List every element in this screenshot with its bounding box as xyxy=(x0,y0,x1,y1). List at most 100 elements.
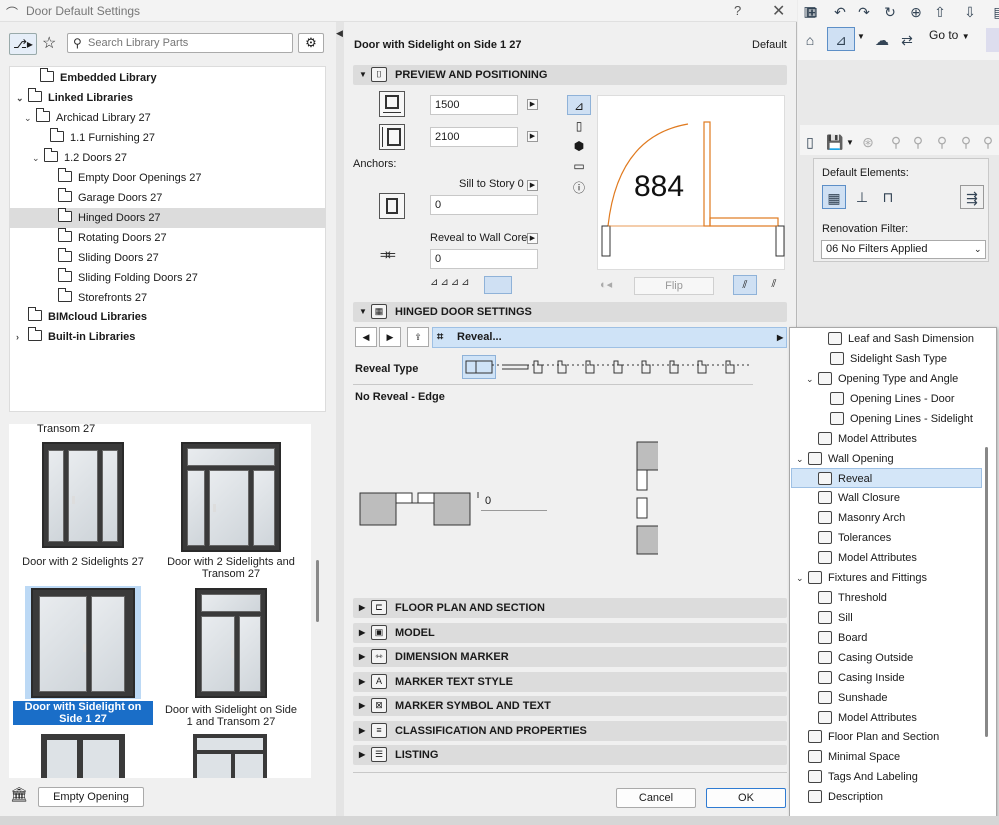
popup-item-model-attributes[interactable]: Model Attributes xyxy=(790,548,986,568)
popup-item-model-attributes[interactable]: Model Attributes xyxy=(790,708,986,728)
tree-item-garage-doors[interactable]: Garage Doors 27 xyxy=(58,188,162,208)
chevron-down-icon[interactable]: ⌄ xyxy=(24,108,36,128)
popup-item-minimal-space[interactable]: Minimal Space xyxy=(790,747,986,767)
popup-item-sidelight-sash-type[interactable]: Sidelight Sash Type xyxy=(790,349,986,369)
section-listing[interactable]: ▶ ☰ LISTING xyxy=(353,745,787,765)
favorites-star-icon[interactable]: ☆ xyxy=(42,33,56,53)
chevron-down-icon[interactable]: ⌄ xyxy=(796,568,808,588)
next-page-button[interactable]: ▶ xyxy=(379,327,401,347)
width-field[interactable]: 1500 xyxy=(430,95,518,115)
reveal-value-field[interactable]: 0 xyxy=(430,249,538,269)
chevron-down-icon[interactable]: ⌄ xyxy=(32,148,44,168)
rotate-preview-icon[interactable]: ◐◂ xyxy=(600,278,612,291)
select-tool-icon[interactable]: ⊞ xyxy=(800,0,824,24)
plan-view-icon[interactable]: ⊿ xyxy=(567,95,591,115)
section-marker-text-style[interactable]: ▶ A MARKER TEXT STYLE xyxy=(353,672,787,692)
page-export-button[interactable]: ⇪ xyxy=(407,327,429,347)
section-classification-and-properties[interactable]: ▶ ≡ CLASSIFICATION AND PROPERTIES xyxy=(353,721,787,741)
gear-settings-button[interactable]: ⚙ xyxy=(298,33,324,53)
door-thumbnail-image[interactable] xyxy=(193,734,267,778)
toolbar-edge-icon[interactable]: ▯ xyxy=(800,130,820,154)
popup-item-leaf-sash-dimension[interactable]: Leaf and Sash Dimension xyxy=(790,329,986,349)
sill-anchor-label[interactable]: Sill to Story 0 xyxy=(459,178,524,190)
popup-item-opening-lines-door[interactable]: Opening Lines - Door xyxy=(790,389,986,409)
popup-item-wall-opening[interactable]: ⌄ Wall Opening xyxy=(790,449,986,469)
flip-button[interactable]: Flip xyxy=(634,277,714,295)
popup-item-sill[interactable]: Sill xyxy=(790,608,986,628)
height-stepper[interactable]: ▶ xyxy=(527,131,538,142)
popup-item-wall-closure[interactable]: Wall Closure xyxy=(790,488,986,508)
section-floor-plan-and-section[interactable]: ▶ ⊏ FLOOR PLAN AND SECTION xyxy=(353,598,787,618)
undo-icon[interactable]: ↶ xyxy=(828,0,852,24)
ok-button[interactable]: OK xyxy=(706,788,786,808)
tree-item-embedded-library[interactable]: Embedded Library xyxy=(40,68,157,88)
popup-scrollbar[interactable] xyxy=(985,447,988,737)
collapse-arrow-icon[interactable]: ◀ xyxy=(336,28,343,39)
save-icon[interactable]: 💾 xyxy=(823,130,847,154)
section-view-icon[interactable]: ▭ xyxy=(567,156,591,176)
popup-item-opening-lines-sidelight[interactable]: Opening Lines - Sidelight xyxy=(790,409,986,429)
thumb-door-sidelight-side1-transom[interactable]: Door with Sidelight on Side 1 and Transo… xyxy=(161,588,301,728)
popup-item-reveal[interactable]: Reveal xyxy=(791,468,982,488)
popup-item-fixtures-fittings[interactable]: ⌄ Fixtures and Fittings xyxy=(790,568,986,588)
popup-item-description[interactable]: Description xyxy=(790,787,986,807)
cancel-button[interactable]: Cancel xyxy=(616,788,696,808)
section-marker-symbol-and-text[interactable]: ▶ ⊠ MARKER SYMBOL AND TEXT xyxy=(353,696,787,716)
search-icon[interactable]: ⚲ xyxy=(906,130,930,154)
more-icon[interactable]: ▤ xyxy=(988,0,999,24)
popup-item-sunshade[interactable]: Sunshade xyxy=(790,688,986,708)
mirror-right-icon[interactable]: ⫽ xyxy=(762,275,786,295)
section-preview-positioning[interactable]: ▼ ⌷ PREVIEW AND POSITIONING xyxy=(353,65,787,85)
tree-item-empty-door-openings[interactable]: Empty Door Openings 27 xyxy=(58,168,202,188)
popup-item-threshold[interactable]: Threshold xyxy=(790,588,986,608)
chevron-down-icon[interactable]: ⌄ xyxy=(16,88,28,108)
library-manager-button[interactable]: ⎇▸ xyxy=(9,33,37,55)
reveal-depth-field[interactable]: 0 xyxy=(481,493,547,511)
search-icon[interactable]: ⚲ xyxy=(930,130,954,154)
chevron-down-icon[interactable]: ⌄ xyxy=(806,369,818,389)
mirror-left-icon[interactable]: ⫽ xyxy=(733,275,757,295)
popup-item-floor-plan-section[interactable]: Floor Plan and Section xyxy=(790,727,986,747)
close-button[interactable]: ✕ xyxy=(772,1,785,21)
popup-item-model-attributes[interactable]: Model Attributes xyxy=(790,429,986,449)
popup-item-tolerances[interactable]: Tolerances xyxy=(790,528,986,548)
layout-view-icon[interactable]: ⊿ xyxy=(827,27,855,51)
tree-item-sliding-doors[interactable]: Sliding Doors 27 xyxy=(58,248,159,268)
section-model[interactable]: ▶ ▣ MODEL xyxy=(353,623,787,643)
stair-default-icon[interactable]: ⊥ xyxy=(850,185,874,209)
renovation-filter-select[interactable]: 06 No Filters Applied ⌄ xyxy=(821,240,986,259)
search-icon[interactable]: ⚲ xyxy=(884,130,908,154)
teamwork-icon[interactable]: ⇄ xyxy=(895,28,919,52)
tree-item-furnishing[interactable]: 1.1 Furnishing 27 xyxy=(50,128,155,148)
chevron-down-icon[interactable]: ⌄ xyxy=(796,449,808,469)
elevation-view-icon[interactable]: ▯ xyxy=(567,116,591,136)
popup-item-casing-outside[interactable]: Casing Outside xyxy=(790,648,986,668)
zoom-icon[interactable]: ⊕ xyxy=(904,0,928,24)
tree-item-linked-libraries[interactable]: ⌄ Linked Libraries xyxy=(16,88,133,108)
empty-opening-button[interactable]: Empty Opening xyxy=(38,787,144,807)
sill-value-field[interactable]: 0 xyxy=(430,195,538,215)
door-thumbnail-image[interactable] xyxy=(41,734,125,778)
tree-item-builtin-libraries[interactable]: › Built-in Libraries xyxy=(16,327,135,347)
popup-item-opening-type-angle[interactable]: ⌄ Opening Type and Angle xyxy=(790,369,986,389)
tree-item-hinged-doors[interactable]: Hinged Doors 27 xyxy=(10,208,326,228)
popup-item-board[interactable]: Board xyxy=(790,628,986,648)
thumb-door-sidelight-side1[interactable]: Door with Sidelight on Side 1 27 xyxy=(13,588,153,725)
3d-view-icon[interactable]: ⬢ xyxy=(567,136,591,156)
sill-anchor-stepper[interactable]: ▶ xyxy=(527,180,538,191)
info-icon[interactable]: ⓘ xyxy=(567,178,591,198)
tree-item-archicad-library[interactable]: ⌄ Archicad Library 27 xyxy=(24,108,151,128)
thumb-door-2-sidelights-transom[interactable]: Door with 2 Sidelights and Transom 27 xyxy=(161,442,301,580)
library-load-icon[interactable]: 🏛 xyxy=(10,786,28,803)
prev-page-button[interactable]: ◀ xyxy=(355,327,377,347)
popup-item-masonry-arch[interactable]: Masonry Arch xyxy=(790,508,986,528)
column-default-icon[interactable]: ⊓ xyxy=(876,185,900,209)
tree-item-storefronts[interactable]: Storefronts 27 xyxy=(58,288,147,308)
section-hinged-door-settings[interactable]: ▼ ▦ HINGED DOOR SETTINGS xyxy=(353,302,787,322)
thumbnail-scrollbar[interactable] xyxy=(316,560,319,622)
tree-item-doors[interactable]: ⌄ 1.2 Doors 27 xyxy=(32,148,127,168)
reveal-anchor-stepper[interactable]: ▶ xyxy=(527,233,538,244)
globe-icon[interactable]: ⊛ xyxy=(856,130,880,154)
toolbar-overflow[interactable] xyxy=(986,28,999,52)
popup-item-casing-inside[interactable]: Casing Inside xyxy=(790,668,986,688)
